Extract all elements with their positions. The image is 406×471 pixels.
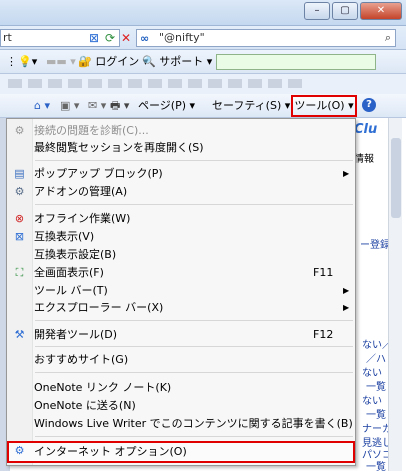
addon-icon: ⚙ [14, 185, 25, 198]
tools-menu-label: ツール(O) [294, 99, 345, 112]
popup-blocker-icon: ▤ [14, 167, 25, 180]
internet-options-icon: ⚙ [14, 444, 25, 457]
menu-item-onenote-linked-notes[interactable]: OneNote リンク ノート(K) [7, 378, 355, 397]
menu-item-fullscreen[interactable]: ⛶ 全画面表示(F) F11 [7, 263, 355, 282]
menu-separator [35, 320, 353, 321]
menu-item-live-writer[interactable]: Windows Live Writer でこのコンテンツに関する記事を書く(B) [7, 414, 355, 433]
address-bar: rt ⊠ ⟳ ✕ ∞ "@nifty" ⌕ [0, 26, 406, 50]
menu-item-developer-tools[interactable]: ⚒ 開発者ツール(D) F12 [7, 325, 355, 344]
submenu-arrow-icon: ▶ [343, 303, 350, 312]
page-link[interactable]: ／ハ [366, 350, 386, 365]
menu-item-send-to-onenote[interactable]: OneNote に送る(N) [7, 396, 355, 415]
lightbulb-icon[interactable]: 💡▾ [18, 54, 37, 70]
menu-item-reopen-session[interactable]: 最終閲覧セッションを再度開く(S) [7, 138, 355, 157]
menu-separator [35, 372, 353, 373]
menu-item-label: 全画面表示(F) [34, 266, 104, 279]
diagnose-icon: ⚙ [14, 124, 25, 137]
page-link[interactable]: ない [362, 364, 382, 379]
menu-item-label: 開発者ツール(D) [34, 328, 118, 341]
menu-item-compat-view[interactable]: ⊠ 互換表示(V) [7, 227, 355, 246]
menu-item-shortcut: F11 [313, 266, 334, 279]
page-link[interactable]: 一覧 [366, 378, 386, 393]
mail-icon[interactable]: ✉ ▾ [88, 98, 106, 114]
nifty-logo-icon: ∞ [140, 32, 150, 45]
menu-item-explorer-bars[interactable]: エクスプローラー バー(X) ▶ [7, 298, 355, 317]
home-icon[interactable]: ⌂ ▾ [34, 98, 50, 114]
compat-view-icon: ⊠ [14, 230, 25, 243]
submenu-arrow-icon: ▶ [343, 169, 350, 178]
tools-menu[interactable]: ツール(O) ▾ [291, 95, 357, 117]
restore-button[interactable]: ▢ [332, 2, 358, 20]
feeds-icon[interactable]: ▣ ▾ [60, 98, 79, 114]
scrollbar-thumb[interactable] [391, 138, 401, 218]
menu-item-label: インターネット オプション(O) [34, 445, 187, 458]
print-icon[interactable]: 🖶 ▾ [110, 98, 129, 114]
page-link[interactable]: ー登録 [360, 236, 390, 251]
support-label: サポート [159, 55, 204, 68]
menu-item-label: おすすめサイト(G) [34, 353, 129, 366]
command-bar: ⌂ ▾ ▣ ▾ ✉ ▾ 🖶 ▾ ページ(P) ▾ セーフティ(S) ▾ ツール(… [0, 94, 406, 118]
fullscreen-icon: ⛶ [15, 266, 24, 279]
menu-item-label: Windows Live Writer でこのコンテンツに関する記事を書く(B) [34, 417, 353, 430]
page-menu[interactable]: ページ(P) ▾ [138, 98, 195, 114]
help-icon[interactable]: ? [362, 98, 376, 112]
close-button[interactable]: ✕ [360, 2, 402, 20]
search-icon[interactable]: ⌕ [385, 30, 391, 46]
offline-icon: ⊗ [14, 212, 25, 225]
menu-item-work-offline[interactable]: ⊗ オフライン作業(W) [7, 209, 355, 228]
search-provider-label: "@nifty" [159, 31, 205, 44]
login-label: ログイン [95, 55, 140, 68]
page-scrollbar[interactable] [388, 118, 402, 471]
safety-menu[interactable]: セーフティ(S) ▾ [212, 98, 290, 114]
window-controls: – ▢ ✕ [302, 2, 402, 20]
favorites-bar [0, 74, 406, 94]
compat-view-icon[interactable]: ⊠ [86, 30, 102, 46]
title-bar: – ▢ ✕ [0, 0, 406, 26]
menu-item-label: アドオンの管理(A) [34, 185, 128, 198]
menu-item-label: 互換表示(V) [34, 230, 95, 243]
favorites-blurred [8, 79, 308, 88]
search-input[interactable]: ∞ "@nifty" ⌕ [136, 29, 396, 47]
menu-item-shortcut: F12 [313, 328, 334, 341]
links-toolbar: ⋮ 💡▾ ▬▬ ▾ 🔐 ログイン ▾ 🔍 サポート ▾ [0, 50, 406, 74]
developer-tools-icon: ⚒ [14, 328, 25, 341]
menu-item-label: ポップアップ ブロック(P) [34, 167, 163, 180]
minimize-button[interactable]: – [304, 2, 330, 20]
menu-item-popup-blocker[interactable]: ▤ ポップアップ ブロック(P) ▶ [7, 164, 355, 183]
menu-separator [35, 346, 353, 347]
menu-item-label: OneNote に送る(N) [34, 399, 136, 412]
page-link[interactable]: ない [362, 392, 382, 407]
menu-item-label: 最終閲覧セッションを再度開く(S) [34, 141, 204, 154]
login-button[interactable]: 🔐 ログイン ▾ [78, 54, 148, 70]
support-button[interactable]: 🔍 サポート ▾ [142, 54, 212, 70]
menu-separator [35, 204, 353, 205]
page-link[interactable]: 一覧 [366, 458, 386, 471]
safety-menu-label: セーフティ(S) [212, 99, 282, 112]
menu-item-label: エクスプローラー バー(X) [34, 301, 164, 314]
page-info-text: 情報 [354, 154, 374, 165]
menu-separator [35, 160, 353, 161]
toolbar-handle-icon: ⋮ [6, 55, 17, 68]
menu-item-label: 互換表示設定(B) [34, 248, 117, 261]
menu-separator [35, 436, 353, 437]
menu-item-internet-options[interactable]: ⚙ インターネット オプション(O) [7, 441, 355, 463]
toolbar-input[interactable] [216, 54, 376, 70]
page-link[interactable]: 一覧 [366, 406, 386, 421]
toolbar-blurred-item[interactable]: ▬▬ ▾ [46, 54, 76, 70]
tools-dropdown-menu: ⚙ 接続の問題を診断(C)... 最終閲覧セッションを再度開く(S) ▤ ポップ… [6, 118, 356, 466]
stop-icon[interactable]: ✕ [118, 30, 134, 46]
menu-item-suggested-sites[interactable]: おすすめサイト(G) [7, 350, 355, 369]
menu-item-label: オフライン作業(W) [34, 212, 131, 225]
refresh-icon[interactable]: ⟳ [102, 30, 118, 46]
site-logo: Clu [354, 122, 378, 137]
menu-item-label: OneNote リンク ノート(K) [34, 381, 172, 394]
menu-item-compat-settings[interactable]: 互換表示設定(B) [7, 245, 355, 264]
menu-item-manage-addons[interactable]: ⚙ アドオンの管理(A) [7, 182, 355, 201]
page-menu-label: ページ(P) [138, 99, 186, 112]
